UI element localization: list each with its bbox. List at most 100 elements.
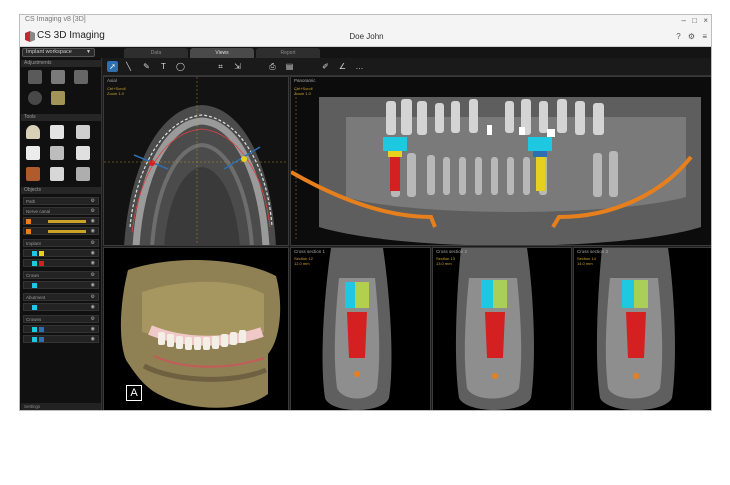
- settings-strip[interactable]: Settings: [21, 403, 101, 410]
- cross-section-2-info: Section 13 13.0 mm: [436, 256, 455, 266]
- workspace-select[interactable]: Implant workspace ▼: [22, 48, 95, 57]
- object-item-implant-b[interactable]: ◉: [23, 259, 99, 267]
- gear-icon[interactable]: ⚙: [91, 198, 95, 205]
- eye-icon[interactable]: ◉: [91, 260, 95, 267]
- axial-view[interactable]: Axial Ctrl+Scroll Zoom 1.0: [103, 76, 289, 246]
- gear-icon[interactable]: ⚙: [91, 272, 95, 279]
- jaw-render-icon[interactable]: [51, 91, 65, 105]
- eye-icon[interactable]: ◉: [91, 218, 95, 225]
- guide-icon[interactable]: [76, 167, 90, 181]
- color-swatch: [32, 251, 37, 256]
- color-swatch: [26, 229, 31, 234]
- object-item-implant-a[interactable]: ◉: [23, 249, 99, 257]
- crown-icon[interactable]: [50, 146, 64, 160]
- gear-icon[interactable]: ⚙: [91, 316, 95, 323]
- cross-section-view-1[interactable]: Cross section 1 Section 12 12.0 mm: [290, 247, 431, 410]
- tab-views[interactable]: Views: [190, 48, 254, 58]
- object-group-crowns[interactable]: Crowns ⚙: [23, 315, 99, 323]
- tooth-icon[interactable]: [26, 146, 40, 160]
- color-swatch: [39, 251, 44, 256]
- close-icon[interactable]: ×: [703, 15, 708, 26]
- line-icon[interactable]: ╲: [123, 61, 134, 72]
- volume-3d-view[interactable]: A: [103, 247, 289, 410]
- settings-icon[interactable]: ⚙: [688, 32, 695, 41]
- cross-section-image: [291, 248, 430, 410]
- cross-section-3-title: Cross section 3: [577, 249, 609, 254]
- title-bar: CS Imaging v8 [3D] – □ ×: [20, 15, 711, 27]
- panoramic-view-info: Ctrl+Scroll Zoom 1.0: [294, 86, 313, 96]
- chevron-down-icon: ▼: [86, 49, 91, 55]
- lasso-icon[interactable]: ◯: [175, 61, 186, 72]
- tab-data[interactable]: Data: [124, 48, 188, 58]
- maximize-icon[interactable]: □: [692, 15, 697, 26]
- text-icon[interactable]: T: [158, 61, 169, 72]
- ruler-icon[interactable]: ✐: [320, 61, 331, 72]
- color-swatch: [32, 337, 37, 342]
- more-icon[interactable]: …: [354, 61, 365, 72]
- sharpen-icon[interactable]: [74, 70, 88, 84]
- select-icon[interactable]: ➚: [107, 61, 118, 72]
- object-group-crown[interactable]: Crown ⚙: [23, 271, 99, 279]
- axial-view-info: Ctrl+Scroll Zoom 1.0: [107, 86, 126, 96]
- pen-icon[interactable]: ✎: [141, 61, 152, 72]
- object-group-path[interactable]: Path ⚙: [23, 197, 99, 205]
- window-title: CS Imaging v8 [3D]: [25, 16, 86, 23]
- bone-graft-icon[interactable]: [26, 167, 40, 181]
- left-panel: Adjustments Tools Objects Path ⚙ Nerve ca…: [20, 58, 102, 410]
- eye-icon[interactable]: ◉: [91, 228, 95, 235]
- abutment-tool-icon[interactable]: [76, 125, 90, 139]
- brightness-icon[interactable]: [28, 70, 42, 84]
- eye-icon[interactable]: ◉: [91, 304, 95, 311]
- contrast-icon[interactable]: [51, 70, 65, 84]
- cross-section-image: [574, 248, 711, 410]
- orientation-label[interactable]: A: [126, 385, 142, 401]
- crop-icon[interactable]: ⌗: [215, 61, 226, 72]
- minimize-icon[interactable]: –: [682, 15, 686, 26]
- object-group-implant[interactable]: Implant ⚙: [23, 239, 99, 247]
- object-item-implant-1[interactable]: ◉: [23, 217, 99, 225]
- axial-image: [104, 77, 288, 245]
- menu-icon[interactable]: ≡: [702, 32, 707, 41]
- gear-icon[interactable]: ⚙: [91, 208, 95, 215]
- angle-icon[interactable]: ∠: [337, 61, 348, 72]
- object-item-crowns-1[interactable]: ◉: [23, 325, 99, 333]
- object-group-nerve[interactable]: Nerve canal ⚙: [23, 207, 99, 215]
- tab-report[interactable]: Report: [256, 48, 320, 58]
- gear-icon[interactable]: ⚙: [91, 294, 95, 301]
- implant-tool-icon[interactable]: [50, 125, 64, 139]
- object-item-implant-2[interactable]: ◉: [23, 227, 99, 235]
- section-adjustments[interactable]: Adjustments: [21, 60, 101, 67]
- eye-icon[interactable]: ◉: [91, 282, 95, 289]
- eye-icon[interactable]: ◉: [91, 250, 95, 257]
- object-item-crown-1[interactable]: ◉: [23, 281, 99, 289]
- eye-icon[interactable]: ◉: [91, 326, 95, 333]
- help-icon[interactable]: ?: [676, 32, 680, 41]
- cross-section-view-3[interactable]: Cross section 3 Section 14 14.0 mm: [573, 247, 711, 410]
- save-icon[interactable]: ▤: [284, 61, 295, 72]
- sleeve-icon[interactable]: [76, 146, 90, 160]
- cross-section-image: [433, 248, 571, 410]
- view-toolbar: ➚ ╲ ✎ T ◯ ⌗ ⇲ ⎙ ▤ ✐ ∠ …: [103, 58, 711, 76]
- cross-section-3-info: Section 14 14.0 mm: [577, 256, 596, 266]
- arrow-icon[interactable]: ⇲: [232, 61, 243, 72]
- object-group-abutment[interactable]: Abutment ⚙: [23, 293, 99, 301]
- color-swatch: [32, 327, 37, 332]
- object-item-crowns-2[interactable]: ◉: [23, 335, 99, 343]
- panoramic-view[interactable]: Panoramic Ctrl+Scroll Zoom 1.0: [290, 76, 711, 246]
- arch-icon[interactable]: [26, 125, 40, 139]
- section-objects[interactable]: Objects: [21, 187, 101, 194]
- drill-icon[interactable]: [50, 167, 64, 181]
- color-swatch: [39, 327, 44, 332]
- gear-icon[interactable]: ⚙: [91, 240, 95, 247]
- section-tools[interactable]: Tools: [21, 114, 101, 121]
- color-swatch: [32, 261, 37, 266]
- app-window: CS Imaging v8 [3D] – □ × CS 3D Imaging D…: [19, 14, 712, 411]
- implant-label-bar: [48, 220, 86, 223]
- print-icon[interactable]: ⎙: [267, 61, 278, 72]
- eye-icon[interactable]: ◉: [91, 336, 95, 343]
- cross-section-view-2[interactable]: Cross section 2 Section 13 13.0 mm: [432, 247, 572, 410]
- color-swatch: [39, 261, 44, 266]
- skull-icon[interactable]: [28, 91, 42, 105]
- tab-bar: Implant workspace ▼ Data Views Report: [20, 47, 711, 58]
- object-item-abutment-1[interactable]: ◉: [23, 303, 99, 311]
